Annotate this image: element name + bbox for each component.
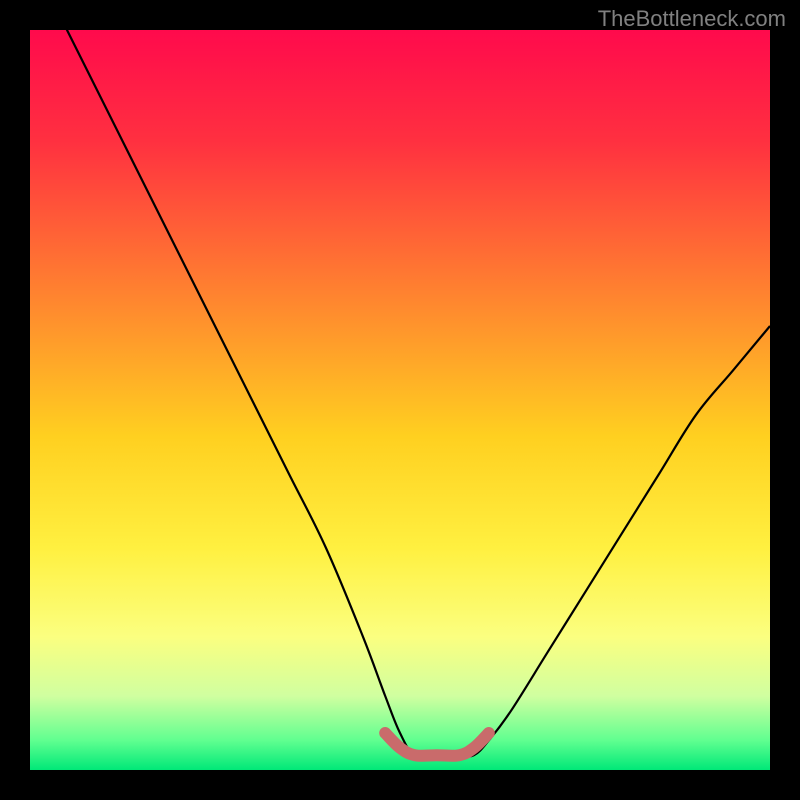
curve-layer: [30, 30, 770, 770]
watermark-text: TheBottleneck.com: [598, 6, 786, 32]
plot-area: [30, 30, 770, 770]
bottleneck-curve: [30, 30, 770, 757]
